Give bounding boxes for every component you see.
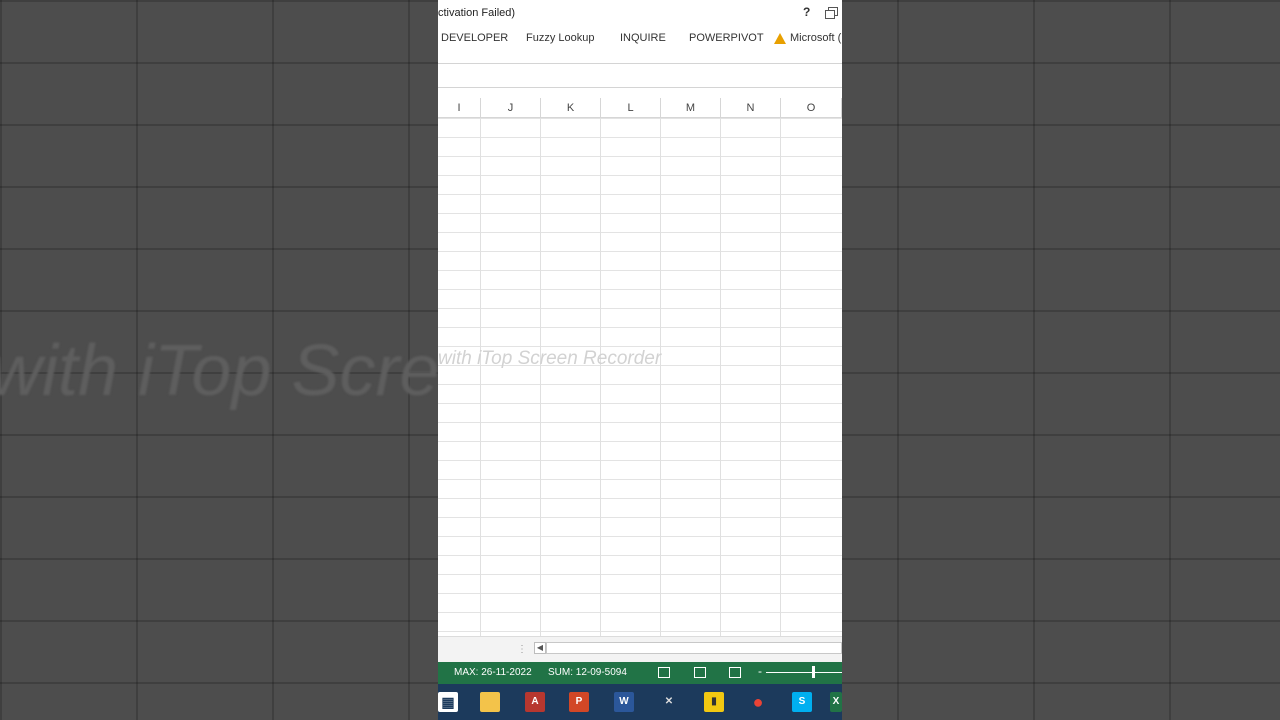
formula-bar[interactable]: [438, 63, 842, 88]
ribbon-display-options-icon[interactable]: [825, 7, 838, 19]
chrome-icon[interactable]: ●: [748, 692, 768, 712]
grid-line: [720, 118, 721, 636]
help-icon[interactable]: ?: [803, 5, 810, 19]
background-watermark: with iTop Scre: [0, 331, 440, 411]
status-sum: SUM: 12-09-5094: [548, 667, 627, 678]
tab-microsoft-account[interactable]: Microsoft (: [790, 32, 841, 44]
grid-line: [600, 118, 601, 636]
sheet-tab-bar: ⋮ ◀: [438, 636, 842, 663]
excel-icon[interactable]: X: [830, 692, 842, 712]
grid-line: [780, 118, 781, 636]
file-explorer-icon[interactable]: [480, 692, 500, 712]
zoom-slider-thumb[interactable]: [812, 666, 815, 678]
split-handle[interactable]: ⋮: [517, 644, 527, 655]
status-max: MAX: 26-11-2022: [454, 667, 532, 678]
skype-icon[interactable]: S: [792, 692, 812, 712]
grid-line: [660, 118, 661, 636]
background-right: [842, 0, 1280, 720]
page-break-preview-icon[interactable]: [729, 667, 741, 678]
scroll-left-icon[interactable]: ◀: [534, 642, 546, 654]
tab-inquire[interactable]: INQUIRE: [620, 32, 666, 44]
column-header-o[interactable]: O: [781, 98, 842, 118]
tab-fuzzy-lookup[interactable]: Fuzzy Lookup: [526, 32, 594, 44]
power-bi-icon[interactable]: ▮: [704, 692, 724, 712]
window-title: ctivation Failed): [438, 7, 516, 19]
column-header-m[interactable]: M: [661, 98, 721, 118]
excel-window: ctivation Failed) ? DEVELOPER Fuzzy Look…: [438, 0, 842, 720]
taskbar: ▦ A P W ✕ ▮ ● S X: [438, 684, 842, 720]
zoom-slider[interactable]: [766, 672, 842, 673]
watermark-text: with iTop Screen Recorder: [438, 348, 662, 369]
tab-developer[interactable]: DEVELOPER: [441, 32, 508, 44]
word-icon[interactable]: W: [614, 692, 634, 712]
column-header-k[interactable]: K: [541, 98, 601, 118]
grid-line: [480, 118, 481, 636]
status-bar: MAX: 26-11-2022 SUM: 12-09-5094 -: [438, 662, 842, 684]
store-icon[interactable]: ▦: [438, 692, 458, 712]
page-layout-view-icon[interactable]: [694, 667, 706, 678]
zoom-out-button[interactable]: -: [758, 664, 762, 678]
warning-icon: [774, 33, 786, 44]
access-icon[interactable]: A: [525, 692, 545, 712]
tools-icon[interactable]: ✕: [659, 692, 679, 712]
title-bar: ctivation Failed) ?: [438, 0, 842, 26]
column-header-i[interactable]: I: [438, 98, 481, 118]
grid-line: [540, 118, 541, 636]
powerpoint-icon[interactable]: P: [569, 692, 589, 712]
column-header-l[interactable]: L: [601, 98, 661, 118]
normal-view-icon[interactable]: [658, 667, 670, 678]
column-header-n[interactable]: N: [721, 98, 781, 118]
ribbon-tabs: DEVELOPER Fuzzy Lookup INQUIRE POWERPIVO…: [438, 26, 842, 50]
tab-powerpivot[interactable]: POWERPIVOT: [689, 32, 764, 44]
cell-grid[interactable]: [438, 118, 842, 636]
column-header-j[interactable]: J: [481, 98, 541, 118]
horizontal-scrollbar[interactable]: [546, 642, 842, 654]
